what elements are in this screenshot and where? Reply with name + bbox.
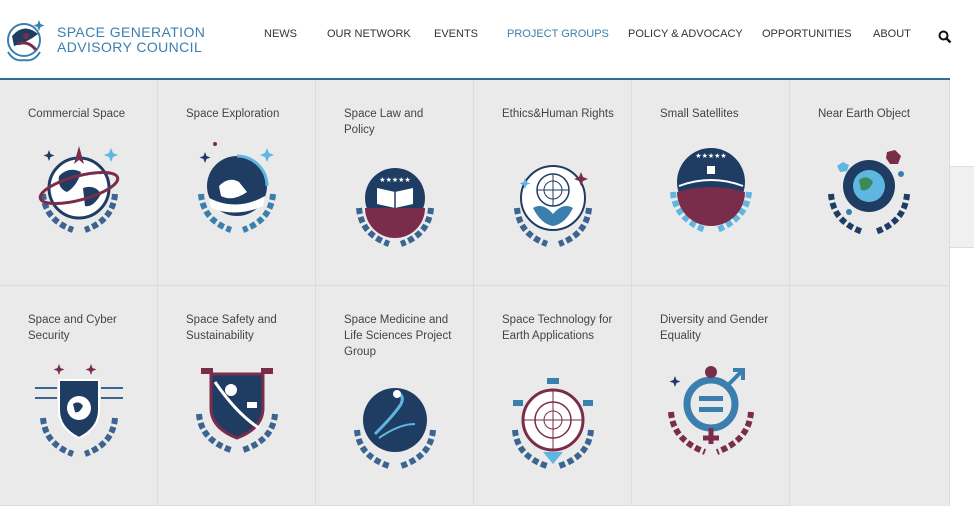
project-group-label: Near Earth Object: [818, 108, 911, 120]
project-group-commercial-space[interactable]: Commercial Space: [0, 80, 158, 286]
space-safety-emblem-icon: [196, 368, 278, 453]
project-group-label: Diversity and Gender Equality: [660, 314, 769, 342]
project-group-label: Space Medicine and Life Sciences Project…: [344, 314, 452, 358]
nav-item-about[interactable]: ABOUT: [873, 28, 911, 40]
project-group-label: Commercial Space: [28, 108, 126, 120]
project-group-label: Space and Cyber Security: [28, 314, 117, 342]
project-group-label: Ethics&Human Rights: [502, 108, 614, 120]
project-group-small-satellites[interactable]: Small Satellites ★★★★★: [632, 80, 790, 286]
search-icon[interactable]: [938, 30, 952, 44]
project-group-diversity[interactable]: Diversity and Gender Equality: [632, 286, 790, 506]
project-group-cyber-security[interactable]: Space and Cyber Security: [0, 286, 158, 506]
nav-item-events[interactable]: EVENTS: [434, 28, 478, 40]
empty-menu-cell: [790, 286, 950, 506]
project-group-space-safety[interactable]: Space Safety and Sustainability: [158, 286, 316, 506]
page-background-strip: [950, 80, 974, 506]
project-groups-menu: Commercial Space Space Exploration Space…: [0, 80, 950, 506]
nav-item-news[interactable]: NEWS: [264, 28, 297, 40]
project-group-near-earth-object[interactable]: Near Earth Object: [790, 80, 950, 286]
project-group-space-medicine[interactable]: Space Medicine and Life Sciences Project…: [316, 286, 474, 506]
ethics-emblem-icon: [514, 165, 592, 247]
svg-text:★★★★★: ★★★★★: [379, 176, 410, 184]
cyber-security-emblem-icon: [35, 364, 123, 457]
project-group-label: Space Law and Policy: [344, 108, 424, 136]
project-group-ethics-human-rights[interactable]: Ethics&Human Rights: [474, 80, 632, 286]
space-exploration-emblem-icon: [198, 142, 276, 233]
nav-item-opportunities[interactable]: OPPORTUNITIES: [762, 28, 852, 40]
svg-text:★★★★★: ★★★★★: [695, 152, 726, 160]
page-background-band: [950, 166, 974, 248]
nav-item-policy-advocacy[interactable]: POLICY & ADVOCACY: [628, 28, 743, 40]
site-header: SPACE GENERATION ADVISORY COUNCIL NEWS O…: [0, 0, 952, 80]
main-nav: NEWS OUR NETWORK EVENTS PROJECT GROUPS P…: [0, 28, 950, 44]
space-law-emblem-icon: ★★★★★: [356, 168, 434, 247]
project-group-space-technology[interactable]: Space Technology for Earth Applications: [474, 286, 632, 506]
near-earth-object-emblem-icon: [828, 150, 910, 235]
project-group-label: Space Safety and Sustainability: [186, 314, 277, 342]
small-satellites-emblem-icon: ★★★★★: [670, 148, 752, 233]
project-group-label: Space Technology for Earth Applications: [502, 314, 613, 342]
project-group-space-law[interactable]: Space Law and Policy ★★★★★: [316, 80, 474, 286]
space-technology-emblem-icon: [512, 378, 594, 469]
space-medicine-emblem-icon: [354, 388, 436, 469]
project-group-label: Small Satellites: [660, 108, 739, 120]
commercial-space-emblem-icon: [38, 146, 120, 233]
diversity-emblem-icon: [668, 366, 754, 455]
project-group-label: Space Exploration: [186, 108, 280, 120]
nav-item-project-groups[interactable]: PROJECT GROUPS: [507, 28, 609, 40]
nav-item-our-network[interactable]: OUR NETWORK: [327, 28, 411, 40]
project-group-space-exploration[interactable]: Space Exploration: [158, 80, 316, 286]
